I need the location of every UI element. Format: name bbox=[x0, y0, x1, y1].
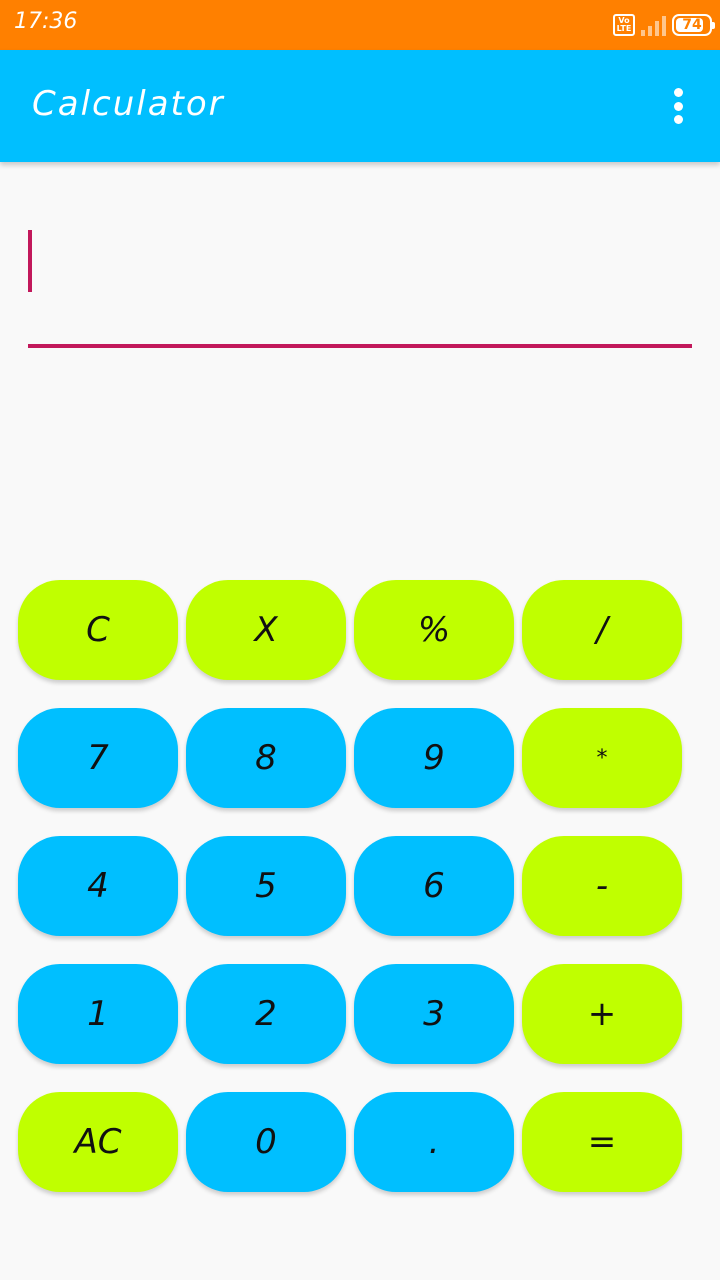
battery-level: 74 bbox=[682, 17, 702, 33]
digit-5-button[interactable]: 5 bbox=[186, 836, 346, 936]
app-bar: Calculator bbox=[0, 50, 720, 162]
digit-3-button[interactable]: 3 bbox=[354, 964, 514, 1064]
digit-4-button[interactable]: 4 bbox=[18, 836, 178, 936]
more-vert-icon[interactable] bbox=[666, 86, 690, 126]
battery-icon: 74 bbox=[672, 14, 715, 36]
all-clear-button[interactable]: AC bbox=[18, 1092, 178, 1192]
digit-8-button[interactable]: 8 bbox=[186, 708, 346, 808]
status-bar: 17:36 Vo LTE 74 bbox=[0, 0, 720, 50]
clear-button[interactable]: C bbox=[18, 580, 178, 680]
subtract-button[interactable]: - bbox=[522, 836, 682, 936]
status-icons: Vo LTE 74 bbox=[613, 11, 715, 39]
keypad: C X % / 7 8 9 * 4 5 6 - 1 2 3 + AC 0 . = bbox=[18, 580, 682, 1192]
digit-7-button[interactable]: 7 bbox=[18, 708, 178, 808]
input-underline bbox=[28, 344, 692, 348]
text-cursor bbox=[28, 230, 32, 292]
decimal-point-button[interactable]: . bbox=[354, 1092, 514, 1192]
divide-button[interactable]: / bbox=[522, 580, 682, 680]
digit-0-button[interactable]: 0 bbox=[186, 1092, 346, 1192]
equals-button[interactable]: = bbox=[522, 1092, 682, 1192]
digit-2-button[interactable]: 2 bbox=[186, 964, 346, 1064]
app-title: Calculator bbox=[32, 84, 225, 124]
multiply-button[interactable]: * bbox=[522, 708, 682, 808]
volte-icon: Vo LTE bbox=[613, 14, 635, 36]
digit-6-button[interactable]: 6 bbox=[354, 836, 514, 936]
calculator-display-input[interactable] bbox=[28, 210, 692, 350]
signal-icon bbox=[641, 14, 666, 36]
volte-label-bottom: LTE bbox=[616, 24, 632, 33]
digit-9-button[interactable]: 9 bbox=[354, 708, 514, 808]
digit-1-button[interactable]: 1 bbox=[18, 964, 178, 1064]
status-time: 17:36 bbox=[14, 9, 78, 34]
add-button[interactable]: + bbox=[522, 964, 682, 1064]
backspace-button[interactable]: X bbox=[186, 580, 346, 680]
percent-button[interactable]: % bbox=[354, 580, 514, 680]
